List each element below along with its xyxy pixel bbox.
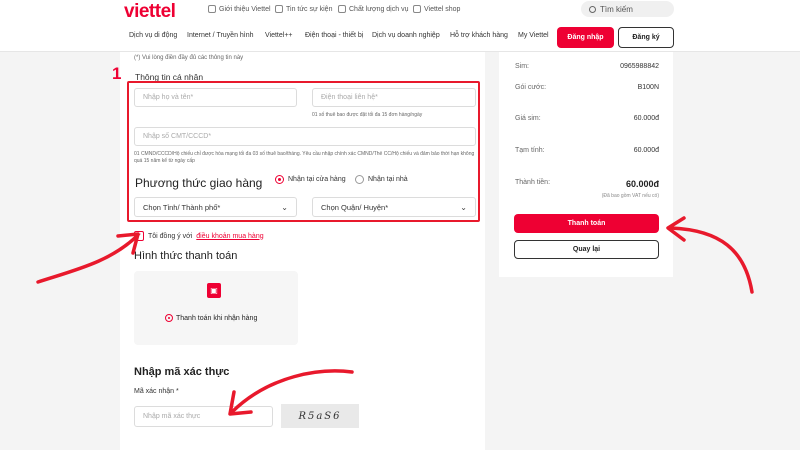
- globe-icon: [208, 5, 216, 13]
- cod-option[interactable]: Thanh toán khi nhận hàng: [165, 314, 257, 322]
- terms-link[interactable]: điều khoản mua hàng: [196, 233, 263, 240]
- top-link-quality[interactable]: Chất lượng dịch vụ: [338, 5, 408, 13]
- nav-item-internet-tv[interactable]: Internet / Truyền hình: [187, 32, 254, 39]
- register-button[interactable]: Đăng ký: [618, 27, 674, 48]
- news-icon: [275, 5, 283, 13]
- captcha-image: R5aS6: [281, 404, 359, 428]
- summary-row-sim-price: Giá sim: 60.000đ: [515, 115, 659, 122]
- top-bar: viettel Giới thiệu Viettel Tin tức sự ki…: [0, 0, 800, 22]
- annotation-highlight-box: [127, 81, 480, 222]
- terms-checkbox[interactable]: ✓: [134, 231, 144, 241]
- quality-icon: [338, 5, 346, 13]
- captcha-label: Mã xác nhận *: [134, 388, 179, 395]
- search-icon: [589, 5, 596, 13]
- nav-item-mobile[interactable]: Dịch vụ di động: [129, 32, 177, 39]
- payment-method-title: Hình thức thanh toán: [134, 250, 238, 262]
- summary-row-plan: Gói cước: B100N: [515, 84, 659, 91]
- arrow-to-pay-button: [669, 226, 754, 294]
- vat-note: (Đã bao gồm VAT nếu có): [601, 193, 659, 199]
- search-input[interactable]: Tìm kiếm: [581, 1, 674, 17]
- nav-item-business[interactable]: Dịch vụ doanh nghiệp: [372, 32, 440, 39]
- verification-title: Nhập mã xác thực: [134, 366, 230, 378]
- top-link-shop[interactable]: Viettel shop: [413, 5, 460, 13]
- viettel-logo[interactable]: viettel: [124, 1, 176, 23]
- login-button[interactable]: Đăng nhập: [557, 27, 614, 48]
- nav-item-devices[interactable]: Điện thoại - thiết bị: [305, 32, 363, 39]
- summary-row-subtotal: Tạm tính: 60.000đ: [515, 147, 659, 154]
- radio-selected-icon: [165, 314, 173, 322]
- shop-icon: [413, 5, 421, 13]
- captcha-input[interactable]: Nhập mã xác thực: [134, 406, 273, 427]
- nav-item-my-viettel[interactable]: My Viettel: [518, 32, 549, 39]
- top-link-news[interactable]: Tin tức sự kiện: [275, 5, 332, 13]
- summary-row-sim: Sim: 0965988842: [515, 63, 659, 70]
- shopping-bag-icon: ▣: [207, 283, 221, 298]
- summary-row-total: Thành tiền: 60.000đ: [515, 179, 659, 189]
- required-hint: (*) Vui lòng điền đầy đủ các thông tin n…: [134, 55, 244, 61]
- main-nav: Dịch vụ di động Internet / Truyền hình V…: [0, 22, 800, 52]
- top-link-about[interactable]: Giới thiệu Viettel: [208, 5, 271, 13]
- back-button[interactable]: Quay lại: [514, 240, 659, 259]
- step-number-annotation: 1: [112, 64, 122, 83]
- nav-item-viettel-plus[interactable]: Viettel++: [265, 32, 293, 39]
- pay-button[interactable]: Thanh toán: [514, 214, 659, 233]
- terms-agree-row[interactable]: ✓ Tôi đồng ý với điều khoản mua hàng: [134, 231, 264, 241]
- nav-item-support[interactable]: Hỗ trợ khách hàng: [450, 32, 508, 39]
